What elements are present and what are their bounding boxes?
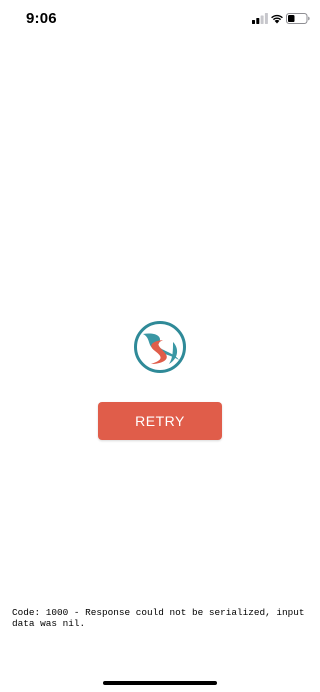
home-indicator[interactable]: [103, 681, 217, 685]
battery-icon: [286, 13, 310, 24]
road-logo-icon: [134, 321, 186, 373]
error-message: Code: 1000 - Response could not be seria…: [12, 607, 311, 629]
cellular-signal-icon: [252, 13, 268, 24]
status-bar: 9:06: [0, 0, 320, 36]
wifi-icon: [271, 14, 283, 24]
retry-button[interactable]: RETRY: [98, 402, 222, 440]
status-time: 9:06: [26, 10, 57, 27]
